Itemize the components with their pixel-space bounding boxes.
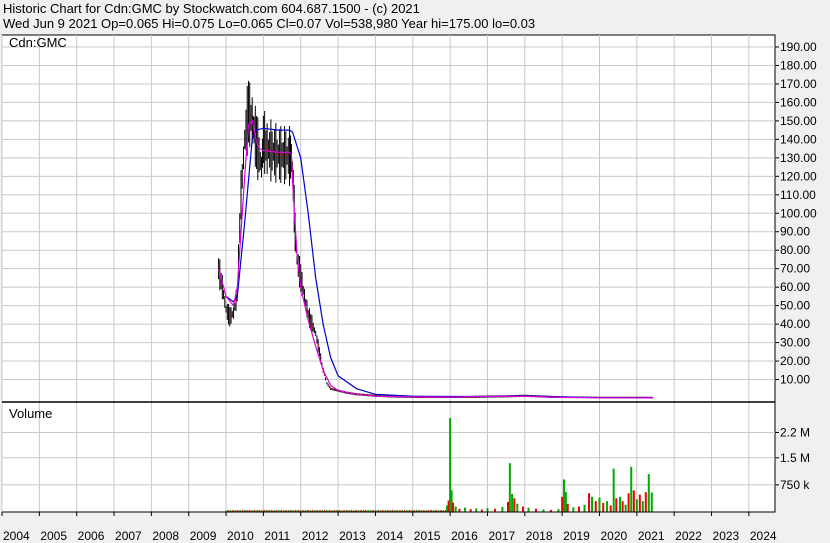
- volume-bar: [563, 479, 566, 512]
- volume-bar: [624, 504, 627, 512]
- volume-bar: [638, 494, 641, 512]
- year-tick-label: 2017: [488, 529, 515, 543]
- volume-bar: [612, 468, 615, 512]
- volume-bar: [564, 492, 567, 512]
- price-tick-label: 130.00: [780, 151, 817, 165]
- price-tick-label: 30.00: [780, 336, 810, 350]
- volume-bar: [609, 505, 612, 512]
- volume-bar: [594, 501, 597, 512]
- price-tick-label: 180.00: [780, 58, 817, 72]
- volume-panel-label: Volume: [9, 406, 52, 421]
- price-tick-label: 150.00: [780, 114, 817, 128]
- year-tick-label: 2005: [40, 529, 67, 543]
- year-tick-label: 2014: [376, 529, 403, 543]
- volume-bar: [647, 474, 650, 512]
- volume-bar: [513, 498, 516, 512]
- volume-bar: [561, 496, 564, 512]
- year-tick-label: 2008: [152, 529, 179, 543]
- year-tick-label: 2016: [451, 529, 478, 543]
- volume-bar: [475, 508, 478, 512]
- volume-bar: [572, 507, 575, 512]
- volume-bar: [521, 506, 524, 512]
- volume-bar: [501, 506, 504, 512]
- volume-bar: [464, 507, 467, 512]
- price-tick-label: 190.00: [780, 40, 817, 54]
- volume-bar: [641, 501, 644, 512]
- price-tick-label: 120.00: [780, 169, 817, 183]
- volume-bar: [588, 493, 591, 512]
- volume-tick-label: 750 k: [780, 478, 810, 492]
- volume-bar: [650, 492, 653, 512]
- price-tick-label: 80.00: [780, 243, 810, 257]
- price-panel-label: Cdn:GMC: [9, 35, 67, 50]
- volume-bar: [635, 499, 638, 512]
- volume-tick-label: 1.5 M: [780, 451, 810, 465]
- price-tick-label: 100.00: [780, 206, 817, 220]
- year-tick-label: 2018: [526, 529, 553, 543]
- price-tick-label: 140.00: [780, 132, 817, 146]
- year-tick-label: 2007: [115, 529, 142, 543]
- volume-bar: [615, 498, 618, 512]
- volume-bar: [630, 466, 633, 512]
- year-tick-label: 2013: [339, 529, 366, 543]
- price-tick-label: 40.00: [780, 317, 810, 331]
- price-tick-label: 160.00: [780, 95, 817, 109]
- volume-bar: [644, 492, 647, 512]
- year-tick-label: 2021: [638, 529, 665, 543]
- year-tick-label: 2019: [563, 529, 590, 543]
- volume-bar: [583, 504, 586, 512]
- volume-bar: [486, 508, 489, 512]
- year-tick-label: 2011: [264, 529, 290, 543]
- year-tick-label: 2020: [600, 529, 627, 543]
- volume-bar: [605, 501, 608, 512]
- year-tick-label: 2012: [302, 529, 329, 543]
- price-tick-label: 90.00: [780, 225, 810, 239]
- volume-bar: [632, 490, 635, 512]
- volume-bar: [527, 507, 530, 512]
- volume-bar: [566, 504, 569, 512]
- price-tick-label: 60.00: [780, 280, 810, 294]
- price-tick-label: 110.00: [780, 188, 816, 202]
- volume-bar: [511, 493, 514, 512]
- volume-bar: [506, 501, 509, 512]
- year-tick-label: 2009: [190, 529, 217, 543]
- volume-bar: [452, 502, 455, 512]
- volume-bar: [454, 506, 457, 512]
- price-tick-label: 170.00: [780, 77, 817, 91]
- year-tick-label: 2015: [414, 529, 441, 543]
- volume-panel: [1, 401, 776, 513]
- price-tick-label: 10.00: [780, 373, 810, 387]
- year-tick-label: 2004: [3, 529, 30, 543]
- volume-tick-label: 2.2 M: [780, 425, 810, 439]
- year-tick-label: 2023: [713, 529, 740, 543]
- volume-bar: [619, 496, 622, 512]
- stock-chart: 10.00 20.00 30.00 40.00 50.00 60.00 70.00 80.00…: [1, 34, 817, 543]
- year-tick-label: 2024: [750, 529, 777, 543]
- volume-bar: [598, 497, 601, 512]
- volume-bar: [577, 506, 580, 512]
- volume-bar: [591, 496, 594, 512]
- volume-bar: [516, 503, 519, 512]
- volume-bar: [627, 493, 630, 512]
- price-tick-label: 20.00: [780, 354, 810, 368]
- volume-bar: [602, 502, 605, 512]
- volume-bar: [621, 501, 624, 512]
- price-tick-label: 50.00: [780, 299, 810, 313]
- year-tick-label: 2010: [227, 529, 254, 543]
- price-tick-label: 70.00: [780, 262, 810, 276]
- year-tick-label: 2006: [78, 529, 105, 543]
- volume-bar: [508, 463, 511, 512]
- year-tick-label: 2022: [675, 529, 702, 543]
- price-panel: [1, 34, 776, 403]
